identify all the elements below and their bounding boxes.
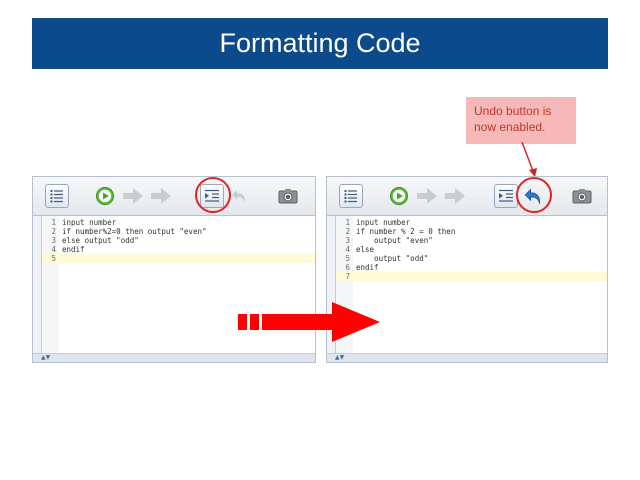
camera-icon[interactable] [570, 184, 594, 208]
editor-toolbar [33, 177, 315, 216]
undo-callout: Undo button is now enabled. [466, 97, 576, 144]
callout-pointer-arrow [521, 141, 537, 177]
editor-status-bar: ▲▼ [33, 353, 315, 362]
outline-icon[interactable] [45, 184, 69, 208]
step-arrow-icon[interactable] [121, 184, 145, 208]
code-line: 5 output "odd" [345, 254, 429, 263]
step-arrow-icon[interactable] [415, 184, 439, 208]
transition-arrow-icon [238, 302, 380, 342]
code-line: 4 endif [51, 245, 85, 254]
current-code-line: 5 [42, 254, 315, 263]
code-line: 1 input number [51, 218, 117, 227]
play-icon[interactable] [387, 184, 411, 208]
editor-toolbar [327, 177, 607, 216]
editor-status-bar: ▲▼ [327, 353, 607, 362]
slide-title-banner: Formatting Code [32, 18, 608, 69]
step-over-icon[interactable] [443, 184, 467, 208]
code-line: 2 if number%2=0 then output "even" [51, 227, 207, 236]
slide-title: Formatting Code [219, 28, 421, 58]
outline-icon[interactable] [339, 184, 363, 208]
current-code-line: 7 [336, 272, 607, 281]
code-line: 2 if number % 2 = 0 then [345, 227, 456, 236]
undo-icon[interactable] [228, 184, 252, 208]
step-over-icon[interactable] [149, 184, 173, 208]
camera-icon[interactable] [276, 184, 300, 208]
code-line: 3 output "even" [345, 236, 433, 245]
code-line: 4 else [345, 245, 375, 254]
code-line: 1 input number [345, 218, 411, 227]
format-code-icon[interactable] [494, 184, 518, 208]
undo-button-highlight-ring [516, 177, 552, 213]
code-line: 3 else output "odd" [51, 236, 139, 245]
play-icon[interactable] [93, 184, 117, 208]
format-button-highlight-ring [195, 177, 231, 213]
code-line: 6 endif [345, 263, 379, 272]
